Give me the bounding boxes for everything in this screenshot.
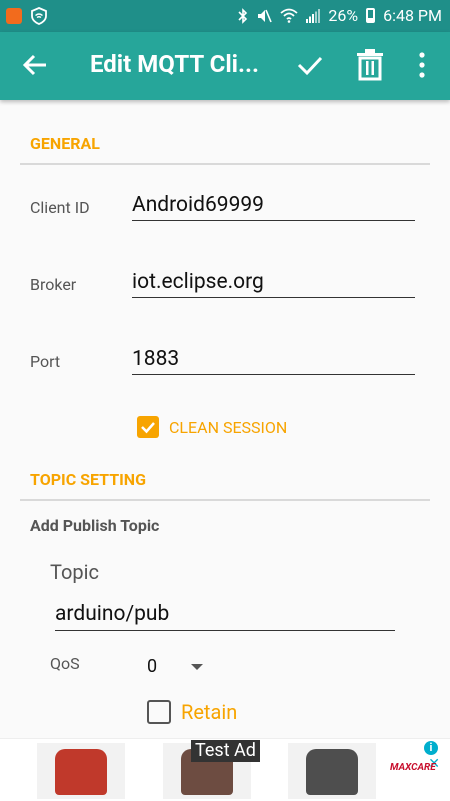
- client-id-input[interactable]: Android69999: [132, 190, 415, 221]
- delete-trash-icon[interactable]: [356, 49, 384, 81]
- retain-label: Retain: [181, 700, 238, 724]
- back-arrow-icon[interactable]: [20, 50, 50, 80]
- test-ad-badge: Test Ad: [191, 740, 260, 762]
- page-title: Edit MQTT Cli...: [90, 50, 259, 78]
- qos-dropdown[interactable]: 0: [147, 656, 217, 678]
- ad-brand-logo[interactable]: MAXCARE: [390, 762, 436, 773]
- checkbox-checked-icon[interactable]: [137, 416, 159, 438]
- battery-percent: 26%: [328, 6, 359, 25]
- bluetooth-icon: [238, 7, 248, 24]
- ad-info-icon[interactable]: i: [424, 741, 438, 755]
- status-bar: 26% 6:48 PM: [0, 0, 450, 32]
- port-label: Port: [30, 352, 61, 371]
- clean-session-checkbox[interactable]: CLEAN SESSION: [137, 416, 287, 438]
- save-check-icon[interactable]: [295, 50, 325, 80]
- topic-setting-section-header: TOPIC SETTING: [30, 470, 146, 489]
- qos-selected-value: 0: [147, 656, 158, 677]
- app-toolbar: Edit MQTT Cli...: [0, 32, 450, 100]
- topic-setting-divider: [20, 499, 430, 501]
- ad-product-image[interactable]: [37, 743, 125, 799]
- port-input[interactable]: 1883: [132, 344, 415, 375]
- app-notification-icon: [6, 8, 22, 24]
- mute-icon: [258, 9, 273, 22]
- shield-wifi-icon: [31, 7, 47, 25]
- dropdown-arrow-icon[interactable]: [191, 664, 203, 670]
- client-id-label: Client ID: [30, 198, 90, 217]
- battery-icon: [366, 8, 376, 23]
- signal-icon: [306, 8, 321, 23]
- overflow-menu-icon[interactable]: [414, 50, 430, 80]
- add-publish-topic-label: Add Publish Topic: [30, 516, 160, 535]
- massage-chair-image: [306, 749, 358, 795]
- broker-label: Broker: [30, 275, 77, 294]
- massage-chair-image: [55, 749, 107, 795]
- clock: 6:48 PM: [383, 6, 442, 25]
- qos-label: QoS: [50, 654, 80, 673]
- topic-input[interactable]: arduino/pub: [55, 598, 395, 631]
- general-section-header: GENERAL: [30, 134, 100, 153]
- clean-session-label: CLEAN SESSION: [169, 417, 288, 437]
- general-divider: [20, 163, 430, 165]
- wifi-icon: [280, 8, 298, 23]
- ad-product-image[interactable]: [288, 743, 376, 799]
- checkbox-unchecked-icon[interactable]: [147, 700, 171, 724]
- broker-input[interactable]: iot.eclipse.org: [132, 267, 415, 298]
- topic-label: Topic: [50, 560, 99, 584]
- retain-checkbox[interactable]: Retain: [147, 700, 237, 724]
